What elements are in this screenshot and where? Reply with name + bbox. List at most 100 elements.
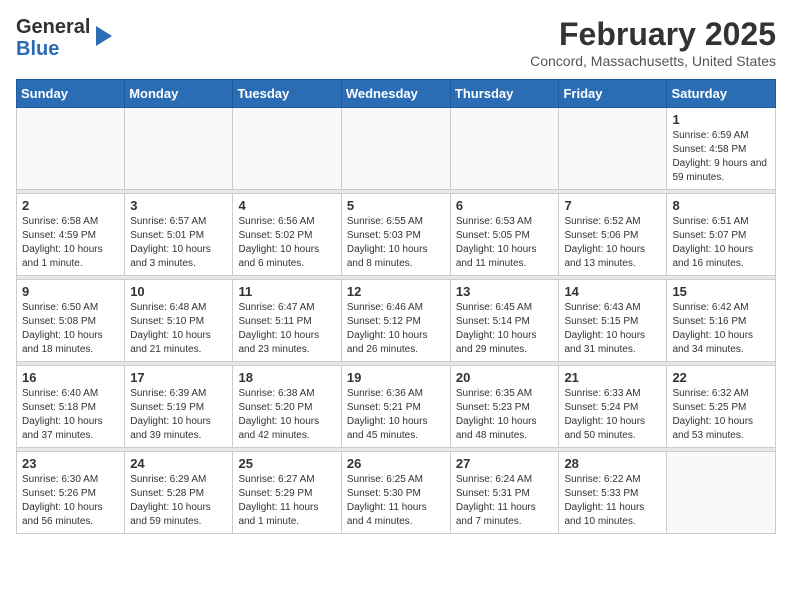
day-info: Sunrise: 6:27 AM Sunset: 5:29 PM Dayligh… [238, 473, 335, 529]
logo-arrow-icon [96, 22, 116, 55]
day-number: 6 [456, 198, 554, 213]
day-info: Sunrise: 6:46 AM Sunset: 5:12 PM Dayligh… [347, 301, 445, 357]
day-info: Sunrise: 6:39 AM Sunset: 5:19 PM Dayligh… [130, 387, 227, 443]
calendar-day-cell: 27 Sunrise: 6:24 AM Sunset: 5:31 PM Dayli… [450, 452, 559, 534]
day-info: Sunrise: 6:40 AM Sunset: 5:18 PM Dayligh… [22, 387, 119, 443]
day-number: 19 [347, 370, 445, 385]
calendar-day-cell: 15Sunrise: 6:42 AM Sunset: 5:16 PM Dayli… [667, 280, 776, 362]
day-info: Sunrise: 6:57 AM Sunset: 5:01 PM Dayligh… [130, 215, 227, 271]
day-info: Sunrise: 6:38 AM Sunset: 5:20 PM Dayligh… [238, 387, 335, 443]
day-number: 26 [347, 456, 445, 471]
day-info: Sunrise: 6:22 AM Sunset: 5:33 PM Dayligh… [564, 473, 661, 529]
day-number: 21 [564, 370, 661, 385]
day-info: Sunrise: 6:50 AM Sunset: 5:08 PM Dayligh… [22, 301, 119, 357]
calendar-day-cell: 19 Sunrise: 6:36 AM Sunset: 5:21 PM Dayli… [341, 366, 450, 448]
calendar-day-cell: 8Sunrise: 6:51 AM Sunset: 5:07 PM Daylig… [667, 194, 776, 276]
day-number: 18 [238, 370, 335, 385]
calendar-day-cell: 6 Sunrise: 6:53 AM Sunset: 5:05 PM Daylig… [450, 194, 559, 276]
day-info: Sunrise: 6:45 AM Sunset: 5:14 PM Dayligh… [456, 301, 554, 357]
day-number: 2 [22, 198, 119, 213]
day-number: 17 [130, 370, 227, 385]
day-number: 15 [672, 284, 770, 299]
logo-text: General Blue [16, 16, 90, 60]
day-info: Sunrise: 6:32 AM Sunset: 5:25 PM Dayligh… [672, 387, 770, 443]
calendar-day-cell: 24Sunrise: 6:29 AM Sunset: 5:28 PM Dayli… [125, 452, 233, 534]
col-header-sunday: Sunday [17, 80, 125, 108]
calendar-day-cell: 21 Sunrise: 6:33 AM Sunset: 5:24 PM Dayli… [559, 366, 667, 448]
col-header-friday: Friday [559, 80, 667, 108]
calendar-day-cell: 18 Sunrise: 6:38 AM Sunset: 5:20 PM Dayli… [233, 366, 341, 448]
calendar-day-cell: 7 Sunrise: 6:52 AM Sunset: 5:06 PM Daylig… [559, 194, 667, 276]
col-header-monday: Monday [125, 80, 233, 108]
day-info: Sunrise: 6:53 AM Sunset: 5:05 PM Dayligh… [456, 215, 554, 271]
calendar-day-cell [233, 108, 341, 190]
day-info: Sunrise: 6:33 AM Sunset: 5:24 PM Dayligh… [564, 387, 661, 443]
day-number: 3 [130, 198, 227, 213]
calendar-day-cell: 1 Sunrise: 6:59 AM Sunset: 4:58 PM Daylig… [667, 108, 776, 190]
day-info: Sunrise: 6:24 AM Sunset: 5:31 PM Dayligh… [456, 473, 554, 529]
calendar-day-cell: 2Sunrise: 6:58 AM Sunset: 4:59 PM Daylig… [17, 194, 125, 276]
calendar-day-cell: 10 Sunrise: 6:48 AM Sunset: 5:10 PM Dayli… [125, 280, 233, 362]
day-info: Sunrise: 6:36 AM Sunset: 5:21 PM Dayligh… [347, 387, 445, 443]
calendar-week-row: 2Sunrise: 6:58 AM Sunset: 4:59 PM Daylig… [17, 194, 776, 276]
day-number: 7 [564, 198, 661, 213]
calendar-week-row: 1 Sunrise: 6:59 AM Sunset: 4:58 PM Daylig… [17, 108, 776, 190]
calendar-day-cell: 5Sunrise: 6:55 AM Sunset: 5:03 PM Daylig… [341, 194, 450, 276]
calendar-day-cell: 20Sunrise: 6:35 AM Sunset: 5:23 PM Dayli… [450, 366, 559, 448]
day-info: Sunrise: 6:52 AM Sunset: 5:06 PM Dayligh… [564, 215, 661, 271]
location: Concord, Massachusetts, United States [530, 53, 776, 69]
calendar-day-cell: 25Sunrise: 6:27 AM Sunset: 5:29 PM Dayli… [233, 452, 341, 534]
page-header: General Blue February 2025 Concord, Mass… [16, 16, 776, 69]
day-number: 28 [564, 456, 661, 471]
day-number: 16 [22, 370, 119, 385]
calendar-day-cell: 11 Sunrise: 6:47 AM Sunset: 5:11 PM Dayli… [233, 280, 341, 362]
month-title: February 2025 [530, 16, 776, 53]
calendar-day-cell: 22 Sunrise: 6:32 AM Sunset: 5:25 PM Dayli… [667, 366, 776, 448]
day-number: 11 [238, 284, 335, 299]
day-number: 27 [456, 456, 554, 471]
day-info: Sunrise: 6:56 AM Sunset: 5:02 PM Dayligh… [238, 215, 335, 271]
calendar-day-cell [17, 108, 125, 190]
day-number: 23 [22, 456, 119, 471]
calendar-table: SundayMondayTuesdayWednesdayThursdayFrid… [16, 79, 776, 534]
calendar-day-cell: 23Sunrise: 6:30 AM Sunset: 5:26 PM Dayli… [17, 452, 125, 534]
calendar-day-cell: 12 Sunrise: 6:46 AM Sunset: 5:12 PM Dayli… [341, 280, 450, 362]
calendar-header-row: SundayMondayTuesdayWednesdayThursdayFrid… [17, 80, 776, 108]
calendar-week-row: 23Sunrise: 6:30 AM Sunset: 5:26 PM Dayli… [17, 452, 776, 534]
day-info: Sunrise: 6:59 AM Sunset: 4:58 PM Dayligh… [672, 129, 770, 185]
calendar-day-cell: 9 Sunrise: 6:50 AM Sunset: 5:08 PM Daylig… [17, 280, 125, 362]
col-header-tuesday: Tuesday [233, 80, 341, 108]
day-number: 9 [22, 284, 119, 299]
calendar-day-cell [667, 452, 776, 534]
col-header-thursday: Thursday [450, 80, 559, 108]
day-info: Sunrise: 6:25 AM Sunset: 5:30 PM Dayligh… [347, 473, 445, 529]
day-info: Sunrise: 6:35 AM Sunset: 5:23 PM Dayligh… [456, 387, 554, 443]
day-number: 22 [672, 370, 770, 385]
logo: General Blue [16, 16, 116, 60]
calendar-day-cell [450, 108, 559, 190]
calendar-day-cell: 13 Sunrise: 6:45 AM Sunset: 5:14 PM Dayli… [450, 280, 559, 362]
calendar-day-cell [125, 108, 233, 190]
day-info: Sunrise: 6:55 AM Sunset: 5:03 PM Dayligh… [347, 215, 445, 271]
day-info: Sunrise: 6:43 AM Sunset: 5:15 PM Dayligh… [564, 301, 661, 357]
calendar-day-cell: 4 Sunrise: 6:56 AM Sunset: 5:02 PM Daylig… [233, 194, 341, 276]
title-block: February 2025 Concord, Massachusetts, Un… [530, 16, 776, 69]
calendar-day-cell [341, 108, 450, 190]
calendar-day-cell: 3 Sunrise: 6:57 AM Sunset: 5:01 PM Daylig… [125, 194, 233, 276]
calendar-day-cell: 17 Sunrise: 6:39 AM Sunset: 5:19 PM Dayli… [125, 366, 233, 448]
col-header-wednesday: Wednesday [341, 80, 450, 108]
col-header-saturday: Saturday [667, 80, 776, 108]
day-number: 13 [456, 284, 554, 299]
day-info: Sunrise: 6:48 AM Sunset: 5:10 PM Dayligh… [130, 301, 227, 357]
calendar-day-cell [559, 108, 667, 190]
calendar-day-cell: 28 Sunrise: 6:22 AM Sunset: 5:33 PM Dayli… [559, 452, 667, 534]
day-number: 4 [238, 198, 335, 213]
calendar-week-row: 9 Sunrise: 6:50 AM Sunset: 5:08 PM Daylig… [17, 280, 776, 362]
day-number: 10 [130, 284, 227, 299]
day-number: 24 [130, 456, 227, 471]
day-info: Sunrise: 6:51 AM Sunset: 5:07 PM Dayligh… [672, 215, 770, 271]
day-number: 12 [347, 284, 445, 299]
day-info: Sunrise: 6:47 AM Sunset: 5:11 PM Dayligh… [238, 301, 335, 357]
calendar-day-cell: 14Sunrise: 6:43 AM Sunset: 5:15 PM Dayli… [559, 280, 667, 362]
day-number: 1 [672, 112, 770, 127]
